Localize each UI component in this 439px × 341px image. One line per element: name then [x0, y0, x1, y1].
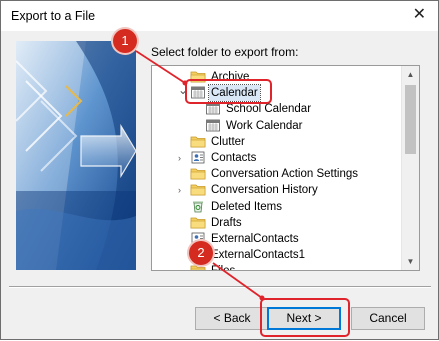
export-dialog: Export to a File ✕ Select folder to expo…: [0, 0, 439, 340]
folder-icon: [190, 167, 206, 180]
collapse-icon[interactable]: ⌄: [178, 84, 188, 96]
tree-item-label: Drafts: [211, 216, 242, 229]
tree-item-label: ExternalContacts1: [211, 249, 305, 262]
tree-item[interactable]: Files: [152, 263, 401, 270]
tree-item[interactable]: School Calendar: [152, 101, 401, 117]
contacts-icon: [190, 151, 206, 164]
scroll-down-icon[interactable]: ▼: [402, 253, 419, 270]
tree-item-label: School Calendar: [226, 103, 312, 116]
callout-badge-2: 2: [189, 241, 213, 265]
calendar-icon: [205, 119, 221, 132]
tree-item-label: Conversation History: [211, 184, 318, 197]
tree-item-label: Deleted Items: [211, 200, 282, 213]
tree-item-label: Calendar: [208, 84, 261, 103]
tree-item-label: ExternalContacts: [211, 233, 299, 245]
folder-icon: [190, 135, 206, 148]
folder-icon: [190, 216, 206, 229]
tree-item-label: Archive: [211, 71, 250, 83]
tree-item[interactable]: Clutter: [152, 134, 401, 150]
recycle-bin-icon: [190, 200, 206, 213]
folder-icon: [190, 183, 206, 196]
next-button[interactable]: Next >: [267, 307, 341, 330]
folder-icon: [190, 264, 206, 270]
scroll-up-icon[interactable]: ▲: [402, 66, 419, 83]
tree-item[interactable]: Conversation Action Settings: [152, 166, 401, 182]
wizard-art-panel: [16, 41, 136, 270]
scroll-thumb[interactable]: [405, 85, 416, 154]
title-bar: Export to a File ✕: [1, 1, 438, 31]
divider: [9, 286, 431, 288]
calendar-icon: [190, 86, 206, 99]
tree-item[interactable]: ⌄ Calendar: [152, 84, 401, 103]
tree-item[interactable]: › Conversation History: [152, 182, 401, 198]
export-folder-prompt: Select folder to export from:: [151, 45, 299, 59]
expand-icon[interactable]: ›: [178, 186, 186, 195]
callout-badge-1: 1: [113, 29, 137, 53]
expand-icon[interactable]: ›: [178, 154, 186, 163]
tree-item-label: Files: [211, 263, 235, 270]
tree-item[interactable]: Deleted Items: [152, 199, 401, 215]
tree-item[interactable]: Work Calendar: [152, 118, 401, 134]
tree-scrollbar[interactable]: ▲ ▼: [401, 66, 419, 270]
tree-item-label: Conversation Action Settings: [211, 168, 359, 181]
back-button[interactable]: < Back: [195, 307, 269, 330]
tree-item[interactable]: › Contacts: [152, 150, 401, 166]
calendar-icon: [205, 102, 221, 115]
tree-item[interactable]: Drafts: [152, 215, 401, 231]
tree-item-label: Contacts: [211, 152, 257, 164]
tree-item-label: Clutter: [211, 135, 245, 148]
tree-item[interactable]: Archive: [152, 69, 401, 85]
cancel-button[interactable]: Cancel: [351, 307, 425, 330]
tree-item-label: Work Calendar: [226, 119, 303, 132]
tree-item[interactable]: ExternalContacts: [152, 231, 401, 247]
folder-tree[interactable]: Archive ⌄ Calendar School Calendar Work Cale…: [151, 65, 420, 271]
window-title: Export to a File: [11, 9, 96, 23]
wizard-graphic: [16, 41, 136, 270]
folder-icon: [190, 70, 206, 83]
close-icon[interactable]: ✕: [413, 7, 426, 23]
